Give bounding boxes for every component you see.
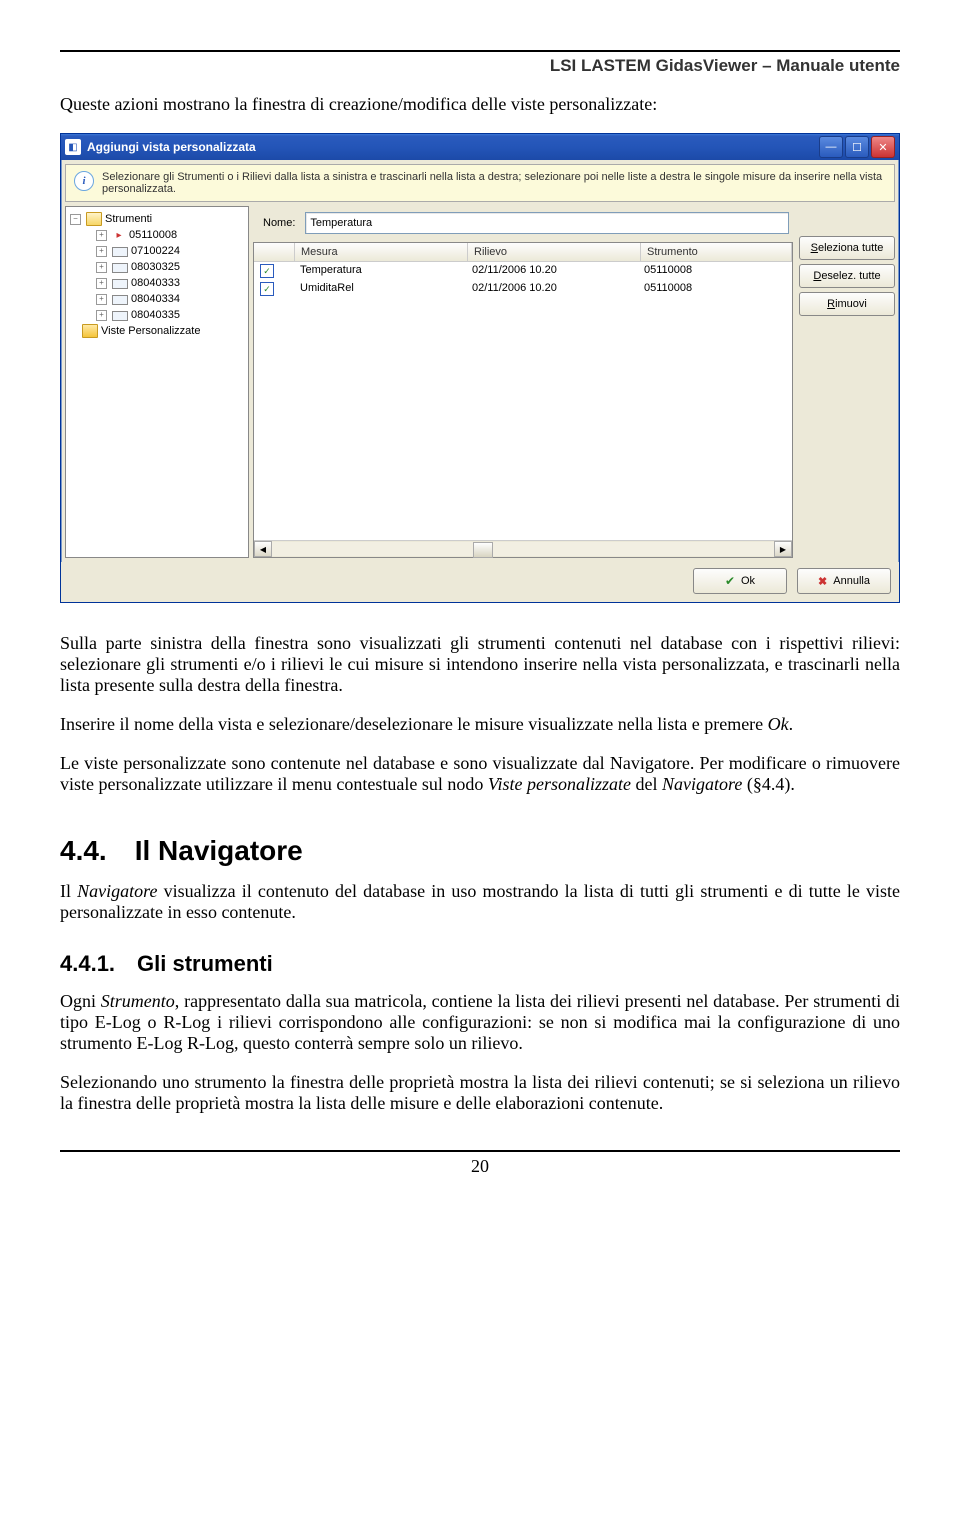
device-icon	[112, 295, 128, 305]
device-icon	[112, 311, 128, 321]
folder-icon	[82, 324, 98, 338]
flag-icon: ▸	[112, 229, 126, 241]
tree-item[interactable]: 08040335	[131, 309, 180, 321]
tree-expand-icon[interactable]: +	[96, 262, 107, 273]
device-icon	[112, 247, 128, 257]
info-bar: i Selezionare gli Strumenti o i Rilievi …	[65, 164, 895, 202]
remove-button[interactable]: Rimuovi	[799, 292, 895, 316]
scroll-right-icon[interactable]: ▶	[774, 541, 792, 557]
tree-root[interactable]: Strumenti	[105, 213, 152, 225]
paragraph: Selezionando uno strumento la finestra d…	[60, 1072, 900, 1114]
titlebar: ◧ Aggiungi vista personalizzata — ☐ ✕	[61, 134, 899, 160]
cell-strumento: 05110008	[638, 263, 792, 279]
tree-custom[interactable]: Viste Personalizzate	[101, 325, 200, 337]
paragraph: Le viste personalizzate sono contenute n…	[60, 753, 900, 795]
page-number: 20	[60, 1152, 900, 1177]
close-button[interactable]: ✕	[871, 136, 895, 158]
tree-expand-icon[interactable]: +	[96, 310, 107, 321]
deselect-all-button[interactable]: Deselez. tutte	[799, 264, 895, 288]
tree-item[interactable]: 08030325	[131, 261, 180, 273]
paragraph: Inserire il nome della vista e seleziona…	[60, 714, 900, 735]
info-text: Selezionare gli Strumenti o i Rilievi da…	[102, 171, 886, 195]
name-input[interactable]	[305, 212, 789, 234]
tree-pane[interactable]: − Strumenti + ▸05110008 +07100224 +080303…	[65, 206, 249, 558]
tree-expand-icon[interactable]: +	[96, 246, 107, 257]
folder-open-icon	[86, 212, 102, 226]
cell-rilievo: 02/11/2006 10.20	[466, 281, 638, 297]
paragraph: Sulla parte sinistra della finestra sono…	[60, 633, 900, 696]
x-icon: ✖	[818, 575, 827, 588]
row-checkbox[interactable]: ✓	[260, 264, 274, 278]
tree-expand-icon[interactable]: +	[96, 294, 107, 305]
device-icon	[112, 279, 128, 289]
tree-expand-icon[interactable]: +	[96, 278, 107, 289]
maximize-button[interactable]: ☐	[845, 136, 869, 158]
cell-rilievo: 02/11/2006 10.20	[466, 263, 638, 279]
window-icon: ◧	[65, 139, 81, 155]
minimize-button[interactable]: —	[819, 136, 843, 158]
cell-strumento: 05110008	[638, 281, 792, 297]
table-row[interactable]: ✓ Temperatura 02/11/2006 10.20 05110008	[254, 262, 792, 280]
dialog-window: ◧ Aggiungi vista personalizzata — ☐ ✕ i …	[60, 133, 900, 603]
cell-mesura: UmiditaRel	[294, 281, 466, 297]
window-title: Aggiungi vista personalizzata	[87, 140, 819, 154]
measures-table[interactable]: Mesura Rilievo Strumento ✓ Temperatura 0…	[253, 242, 793, 558]
table-row[interactable]: ✓ UmiditaRel 02/11/2006 10.20 05110008	[254, 280, 792, 298]
check-icon: ✔	[725, 574, 735, 588]
tree-expand-icon[interactable]: +	[96, 230, 107, 241]
select-all-button[interactable]: SSeleziona tutteeleziona tutte	[799, 236, 895, 260]
paragraph: Ogni Strumento, rappresentato dalla sua …	[60, 991, 900, 1054]
tree-item[interactable]: 08040334	[131, 293, 180, 305]
cell-mesura: Temperatura	[294, 263, 466, 279]
tree-item[interactable]: 05110008	[129, 229, 177, 241]
col-rilievo[interactable]: Rilievo	[468, 243, 641, 261]
scroll-left-icon[interactable]: ◀	[254, 541, 272, 557]
tree-item[interactable]: 08040333	[131, 277, 180, 289]
section-heading: 4.4.Il Navigatore	[60, 835, 900, 867]
intro-paragraph: Queste azioni mostrano la finestra di cr…	[60, 94, 900, 115]
col-strumento[interactable]: Strumento	[641, 243, 792, 261]
device-icon	[112, 263, 128, 273]
paragraph: Il Navigatore visualizza il contenuto de…	[60, 881, 900, 923]
tree-item[interactable]: 07100224	[131, 245, 180, 257]
scroll-thumb[interactable]	[473, 542, 493, 558]
col-checkbox[interactable]	[254, 243, 295, 261]
name-label: Nome:	[263, 217, 295, 229]
subsection-heading: 4.4.1.Gli strumenti	[60, 951, 900, 977]
ok-button[interactable]: ✔Ok	[693, 568, 787, 594]
info-icon: i	[74, 171, 94, 191]
horizontal-scrollbar[interactable]: ◀ ▶	[254, 540, 792, 557]
tree-collapse-icon[interactable]: −	[70, 214, 81, 225]
cancel-button[interactable]: ✖Annulla	[797, 568, 891, 594]
col-mesura[interactable]: Mesura	[295, 243, 468, 261]
row-checkbox[interactable]: ✓	[260, 282, 274, 296]
page-header: LSI LASTEM GidasViewer – Manuale utente	[60, 56, 900, 76]
